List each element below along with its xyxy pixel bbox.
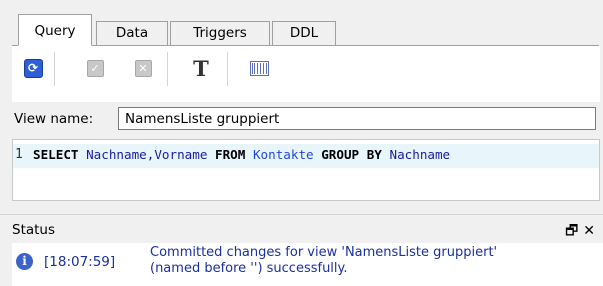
columns-button[interactable] [246, 55, 272, 81]
format-text-icon: T [193, 55, 209, 81]
group-column: Nachname [389, 147, 451, 162]
keyword-select: SELECT [33, 147, 79, 162]
sql-editor[interactable]: 1 SELECT Nachname,Vorname FROM Kontakte … [12, 139, 600, 201]
refresh-icon: ⟳ [23, 58, 43, 78]
cancel-button[interactable]: ✕ [130, 55, 156, 81]
columns-icon [249, 60, 269, 76]
keyword-from: FROM [215, 147, 246, 162]
format-text-button[interactable]: T [188, 55, 214, 81]
view-name-label: View name: [14, 111, 94, 127]
cancel-icon: ✕ [134, 59, 152, 77]
keyword-group-by: GROUP BY [321, 147, 382, 162]
sql-line[interactable]: SELECT Nachname,Vorname FROM Kontakte GR… [33, 147, 450, 162]
refresh-button[interactable]: ⟳ [20, 55, 46, 81]
status-timestamp: [18:07:59] [44, 254, 116, 270]
apply-button[interactable]: ✓ [82, 55, 108, 81]
tab-bar: Query Data Triggers DDL [0, 0, 603, 46]
view-name-input[interactable] [118, 107, 596, 130]
status-panel-header: Status 🗗 ✕ [0, 214, 603, 243]
toolbar: ⟳ ✓ ✕ T [12, 46, 600, 102]
table-name: Kontakte [252, 147, 314, 162]
apply-icon: ✓ [86, 59, 104, 77]
tab-ddl[interactable]: DDL [272, 21, 336, 45]
info-icon: i [16, 253, 33, 270]
status-log: i [18:07:59] Committed changes for view … [12, 243, 603, 286]
view-name-row: View name: [0, 102, 603, 134]
select-columns: Nachname,Vorname [86, 147, 208, 162]
undock-icon[interactable]: 🗗 [565, 223, 578, 239]
close-icon[interactable]: ✕ [583, 223, 595, 239]
status-title: Status [12, 222, 56, 238]
tab-triggers[interactable]: Triggers [170, 21, 270, 45]
status-message: Committed changes for view 'NamensListe … [150, 245, 590, 277]
status-message-line: Committed changes for view 'NamensListe … [150, 245, 498, 260]
tab-query[interactable]: Query [18, 14, 92, 46]
line-number: 1 [15, 147, 23, 162]
toolbar-separator [167, 52, 168, 86]
toolbar-separator [227, 52, 228, 86]
tab-data[interactable]: Data [96, 21, 168, 45]
toolbar-separator [54, 52, 55, 86]
status-message-line: (named before '') successfully. [150, 261, 348, 276]
